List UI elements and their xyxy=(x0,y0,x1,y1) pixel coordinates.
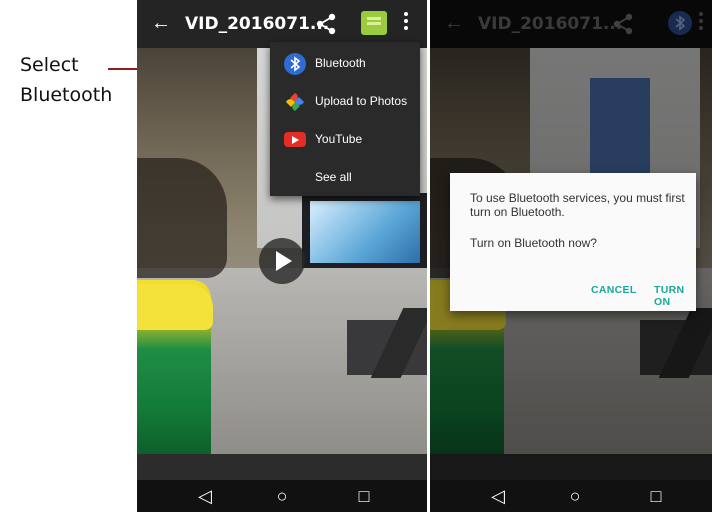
share-item-see-all[interactable]: See all xyxy=(270,158,420,196)
video-controls-bar xyxy=(137,454,427,480)
app-toolbar: ← VID_2016071... xyxy=(137,0,427,48)
message-icon[interactable] xyxy=(361,11,387,35)
google-photos-icon xyxy=(284,91,306,113)
dialog-message: To use Bluetooth services, you must firs… xyxy=(470,191,685,219)
system-nav-bar: ◁ ○ □ xyxy=(430,480,712,512)
nav-recent-icon[interactable]: □ xyxy=(352,486,376,506)
share-menu: Bluetooth Upload to Photos YouTube See a… xyxy=(270,42,420,196)
play-icon[interactable] xyxy=(259,238,305,284)
system-nav-bar: ◁ ○ □ xyxy=(137,480,427,512)
video-title: VID_2016071... xyxy=(185,14,330,34)
dialog-question: Turn on Bluetooth now? xyxy=(470,236,597,250)
annotation-line-2: Bluetooth xyxy=(20,84,113,106)
cancel-button[interactable]: CANCEL xyxy=(591,284,637,296)
share-item-label: YouTube xyxy=(315,132,363,146)
bluetooth-icon xyxy=(284,53,306,75)
bluetooth-enable-dialog: To use Bluetooth services, you must firs… xyxy=(450,173,696,311)
nav-home-icon[interactable]: ○ xyxy=(563,486,587,506)
tutorial-image: Select Bluetooth ← VID_2016071... Blueto… xyxy=(0,0,712,512)
share-item-youtube[interactable]: YouTube xyxy=(270,120,420,158)
share-item-label: See all xyxy=(315,170,352,184)
share-item-upload-to-photos[interactable]: Upload to Photos xyxy=(270,82,420,120)
nav-back-icon[interactable]: ◁ xyxy=(193,486,217,506)
share-item-label: Upload to Photos xyxy=(315,94,408,108)
share-item-bluetooth[interactable]: Bluetooth xyxy=(270,44,420,82)
nav-recent-icon[interactable]: □ xyxy=(644,486,668,506)
nav-home-icon[interactable]: ○ xyxy=(270,486,294,506)
phone-screen-bluetooth-dialog: ← VID_2016071... To use Bluetooth servic… xyxy=(430,0,712,512)
arrow-back-icon[interactable]: ← xyxy=(151,12,173,34)
share-icon[interactable] xyxy=(313,12,339,36)
nav-back-icon[interactable]: ◁ xyxy=(486,486,510,506)
share-item-label: Bluetooth xyxy=(315,56,366,70)
turn-on-button[interactable]: TURN ON xyxy=(654,284,696,308)
phone-screen-share-menu: ← VID_2016071... Bluetooth Upload to Pho… xyxy=(137,0,427,512)
youtube-icon xyxy=(284,132,306,147)
annotation-caption: Select Bluetooth xyxy=(20,50,112,110)
more-vert-icon[interactable] xyxy=(403,12,409,34)
annotation-line-1: Select xyxy=(20,54,79,76)
